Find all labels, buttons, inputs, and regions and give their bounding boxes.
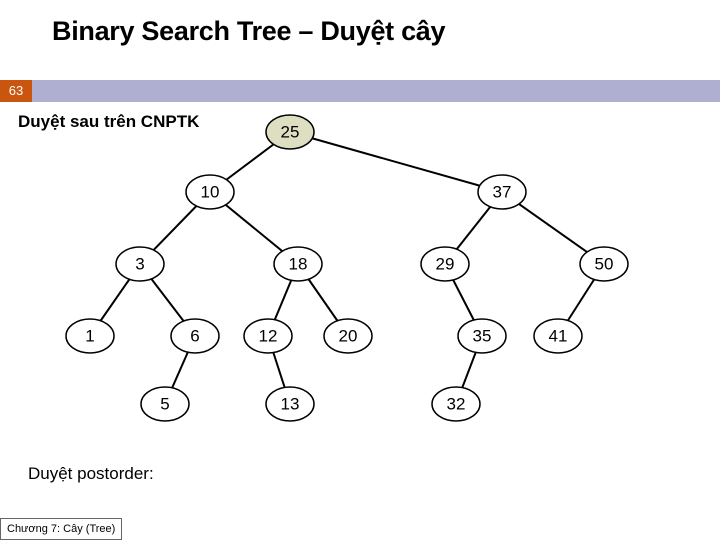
edge-25-37 <box>290 132 502 192</box>
node-label-35: 35 <box>473 327 492 346</box>
node-18: 18 <box>274 247 322 281</box>
node-50: 50 <box>580 247 628 281</box>
node-label-37: 37 <box>493 183 512 202</box>
node-6: 6 <box>171 319 219 353</box>
node-label-6: 6 <box>190 327 199 346</box>
header-band <box>0 80 720 102</box>
node-12: 12 <box>244 319 292 353</box>
node-label-3: 3 <box>135 255 144 274</box>
node-35: 35 <box>458 319 506 353</box>
node-label-41: 41 <box>549 327 568 346</box>
page-number-badge: 63 <box>0 80 32 102</box>
node-label-20: 20 <box>339 327 358 346</box>
slide-title: Binary Search Tree – Duyệt cây <box>52 16 445 47</box>
node-41: 41 <box>534 319 582 353</box>
node-20: 20 <box>324 319 372 353</box>
node-label-1: 1 <box>85 327 94 346</box>
node-10: 10 <box>186 175 234 209</box>
node-label-25: 25 <box>281 123 300 142</box>
bst-diagram: 25 10 37 3 18 29 50 1 6 12 20 35 41 5 13… <box>0 104 720 464</box>
node-label-18: 18 <box>289 255 308 274</box>
footer-chapter: Chương 7: Cây (Tree) <box>0 518 122 540</box>
node-29: 29 <box>421 247 469 281</box>
node-3: 3 <box>116 247 164 281</box>
node-1: 1 <box>66 319 114 353</box>
node-label-10: 10 <box>201 183 220 202</box>
node-label-5: 5 <box>160 395 169 414</box>
node-25: 25 <box>266 115 314 149</box>
node-label-50: 50 <box>595 255 614 274</box>
node-label-13: 13 <box>281 395 300 414</box>
slide: Binary Search Tree – Duyệt cây 63 Duyệt … <box>0 0 720 540</box>
node-label-32: 32 <box>447 395 466 414</box>
node-32: 32 <box>432 387 480 421</box>
node-5: 5 <box>141 387 189 421</box>
node-37: 37 <box>478 175 526 209</box>
nodes-group: 25 10 37 3 18 29 50 1 6 12 20 35 41 5 13… <box>66 115 628 421</box>
node-13: 13 <box>266 387 314 421</box>
node-label-12: 12 <box>259 327 278 346</box>
node-label-29: 29 <box>436 255 455 274</box>
edges-group <box>90 132 604 404</box>
postorder-label: Duyệt postorder: <box>28 464 154 484</box>
